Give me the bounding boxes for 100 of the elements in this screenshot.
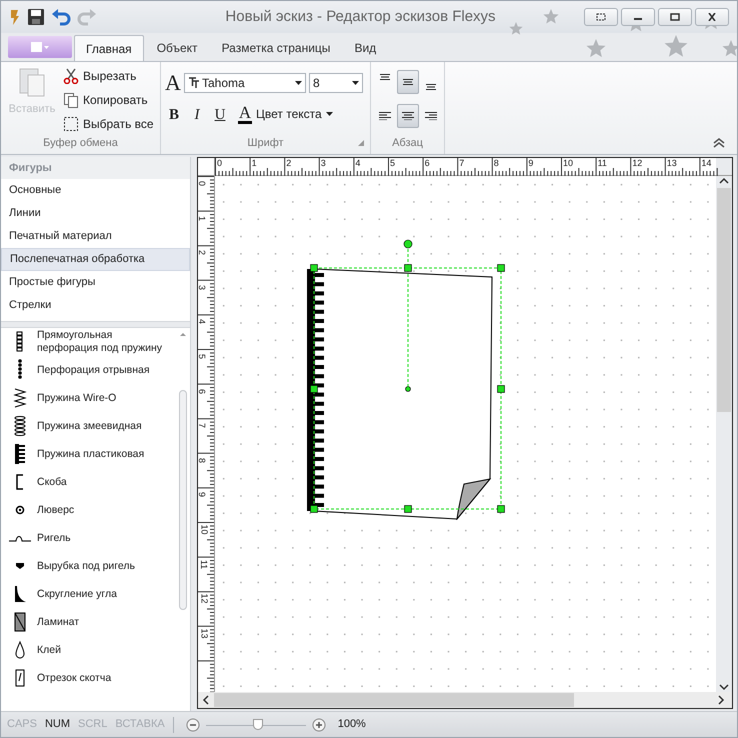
category-item[interactable]: Простые фигуры <box>1 271 190 294</box>
align-icon <box>400 79 414 85</box>
category-item[interactable]: Стрелки <box>1 294 190 317</box>
align-button[interactable] <box>396 70 418 94</box>
scrollbar-thumb[interactable] <box>717 188 731 412</box>
ruler-label: 5 <box>198 354 206 359</box>
zoom-out-icon[interactable] <box>186 718 200 732</box>
scroll-up-icon[interactable] <box>719 176 729 186</box>
scroll-left-icon[interactable] <box>201 695 211 705</box>
font-family-field[interactable]: Tahoma <box>184 73 306 93</box>
dropdown-caret-icon <box>326 112 333 116</box>
status-indicator: SCRL <box>78 717 108 732</box>
shape-item[interactable]: Прямоугольная перфорация под пружину <box>9 328 176 356</box>
align-button[interactable] <box>396 104 418 128</box>
scrollbar-thumb[interactable] <box>179 390 187 610</box>
panel-title: Фигуры <box>1 157 190 179</box>
ruler-label: 10 <box>200 524 208 534</box>
coil-icon <box>13 415 27 437</box>
shape-item[interactable]: Перфорация отрывная <box>9 356 176 384</box>
clipboard-action[interactable]: Выбрать все <box>63 114 154 134</box>
selection-frame[interactable] <box>310 239 505 513</box>
ruler-label: 6 <box>198 388 206 394</box>
ribbon-tab[interactable]: Главная <box>74 35 144 61</box>
ruler-label: 1 <box>198 216 206 221</box>
ruler-label: 8 <box>494 158 499 168</box>
font-style-button[interactable]: U <box>211 104 229 124</box>
close-icon <box>707 13 717 21</box>
scroll-right-icon[interactable] <box>716 695 726 705</box>
shape-item[interactable]: Пружина пластиковая <box>9 440 176 468</box>
text-color-button[interactable]: A Цвет текста <box>238 104 333 124</box>
ruler-label: 0 <box>217 158 222 168</box>
maximize-button[interactable] <box>658 8 692 26</box>
category-item[interactable]: Линии <box>1 202 190 225</box>
truetype-icon <box>188 77 200 89</box>
ruler-label: 7 <box>198 423 206 428</box>
shape-item[interactable]: Скоба <box>9 468 176 496</box>
vertical-scrollbar[interactable] <box>716 176 732 692</box>
scissors-icon <box>63 68 79 84</box>
ribbon-tab[interactable]: Вид <box>343 35 388 61</box>
ruler-label: 3 <box>198 284 206 290</box>
category-item[interactable]: Послепечатная обработка <box>1 248 190 271</box>
dropdown-caret-icon <box>352 81 359 85</box>
shape-item[interactable]: Пружина Wire-O <box>9 384 176 412</box>
status-indicator: CAPS <box>7 717 37 732</box>
group-label: Абзац <box>391 136 424 150</box>
shape-item[interactable]: Люверс <box>9 496 176 524</box>
ribbon-tab[interactable]: Объект <box>146 35 209 61</box>
ruler-label: 1 <box>252 158 257 168</box>
close-button[interactable] <box>695 8 729 26</box>
shape-item[interactable]: Клей <box>9 636 176 664</box>
ribbon-tab[interactable]: Разметка страницы <box>210 35 342 61</box>
undo-icon[interactable] <box>51 8 71 26</box>
slider-thumb[interactable] <box>252 718 263 730</box>
ruler-label: 0 <box>198 181 206 186</box>
collapse-ribbon-icon[interactable] <box>713 138 725 148</box>
ruler-label: 11 <box>598 158 607 168</box>
font-glyph: A <box>165 72 181 94</box>
maximize-icon <box>670 13 680 21</box>
shape-item[interactable]: Отрезок скотча <box>9 664 176 692</box>
align-icon <box>378 74 392 80</box>
ruler-label: 11 <box>199 559 208 569</box>
clipboard-action[interactable]: Копировать <box>63 90 154 110</box>
selection-icon <box>63 116 79 132</box>
ruler-label: 12 <box>200 594 208 604</box>
shape-item[interactable]: Пружина змеевидная <box>9 412 176 440</box>
category-item[interactable]: Печатный материал <box>1 225 190 248</box>
shape-item[interactable]: Ламинат <box>9 608 176 636</box>
font-style-button[interactable]: B <box>165 104 183 124</box>
minimize-button[interactable] <box>621 8 655 26</box>
shape-item[interactable]: Вырубка под ригель <box>9 552 176 580</box>
group-label: Буфер обмена <box>42 136 119 150</box>
save-icon[interactable] <box>27 8 45 26</box>
dialog-launcher-icon[interactable] <box>358 140 364 146</box>
zigzag-icon <box>13 387 27 409</box>
shape-item[interactable]: Скругление угла <box>9 580 176 608</box>
scroll-down-icon[interactable] <box>719 682 729 692</box>
copy-icon <box>63 92 79 108</box>
status-indicator: NUM <box>44 717 70 732</box>
ruler-label: 9 <box>198 492 206 498</box>
ruler-label: 13 <box>200 628 208 638</box>
font-style-button[interactable]: I <box>188 104 206 124</box>
shape-item[interactable]: Ригель <box>9 524 176 552</box>
font-size-field[interactable]: 8 <box>309 73 363 93</box>
ruler-label: 12 <box>632 158 642 168</box>
group-label: Шрифт <box>247 136 284 150</box>
notch-icon <box>15 562 25 570</box>
zoom-slider[interactable] <box>206 718 306 732</box>
clipboard-action[interactable]: Вырезать <box>63 66 154 86</box>
zoom-in-icon[interactable] <box>312 718 326 732</box>
horizontal-scrollbar[interactable] <box>198 692 732 708</box>
clipboard-icon <box>18 66 46 98</box>
ruler-label: 9 <box>528 158 534 168</box>
scrollbar-thumb[interactable] <box>214 693 574 707</box>
category-item[interactable]: Основные <box>1 179 190 202</box>
align-icon <box>424 84 438 90</box>
ruler-label: 4 <box>355 158 360 168</box>
app-menu-icon <box>30 41 50 53</box>
capture-button[interactable] <box>584 8 618 26</box>
zoom-reading: 100% <box>338 717 366 732</box>
rounded-corner-icon <box>13 583 27 605</box>
